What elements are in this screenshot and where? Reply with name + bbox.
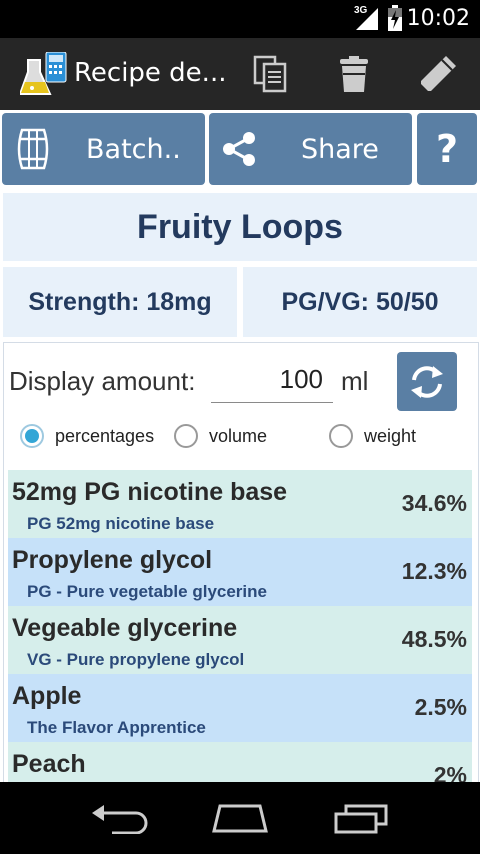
signal-icon — [356, 8, 378, 30]
radio-weight[interactable]: weight — [329, 424, 416, 448]
copy-icon — [253, 55, 287, 93]
ingredient-row[interactable]: Vegeable glycerine VG - Pure propylene g… — [8, 606, 472, 674]
ingredient-percent: 48.5% — [401, 626, 467, 652]
radio-label-weight: weight — [364, 425, 417, 446]
battery-icon — [388, 5, 402, 31]
navigation-bar — [0, 782, 480, 854]
clock: 10:02 — [406, 6, 470, 31]
back-icon[interactable] — [90, 804, 150, 834]
ingredient-row[interactable]: Apple The Flavor Apprentice 2.5% — [8, 674, 472, 742]
status-bar: 3G 10:02 — [0, 0, 480, 38]
ingredient-subtitle: VG - Pure propylene glycol — [27, 650, 245, 669]
ingredient-percent: 2% — [433, 762, 467, 782]
strength-label: Strength: 18mg — [28, 287, 212, 316]
trash-icon — [340, 56, 368, 92]
edit-button[interactable] — [408, 46, 468, 102]
ingredient-row[interactable]: Propylene glycol PG - Pure vegetable gly… — [8, 538, 472, 606]
display-amount-label: Display amount: — [9, 366, 196, 396]
barrel-icon — [17, 128, 49, 170]
strength-panel: Strength: 18mg — [3, 267, 237, 337]
action-bar: Recipe de... — [0, 38, 480, 110]
copy-button[interactable] — [240, 46, 300, 102]
edit-pencil-icon — [421, 56, 456, 91]
amount-input[interactable]: 100 — [211, 358, 333, 403]
recipe-content[interactable]: Batch.. Share ? Fruity Loops Strength: 1… — [0, 110, 480, 782]
batch-label: Batch.. — [86, 133, 181, 165]
batch-button[interactable]: Batch.. — [2, 113, 205, 185]
ingredient-row[interactable]: Peach 2% — [8, 742, 472, 782]
radio-unselected-icon — [329, 424, 353, 448]
ingredient-subtitle: PG 52mg nicotine base — [27, 514, 215, 533]
ingredient-name: Propylene glycol — [12, 546, 213, 574]
pg-vg-label: PG/VG: 50/50 — [281, 287, 439, 316]
help-button[interactable]: ? — [417, 113, 477, 185]
ingredient-percent: 2.5% — [414, 694, 467, 720]
screen-title: Recipe de... — [74, 58, 227, 88]
ingredient-row[interactable]: 52mg PG nicotine base PG 52mg nicotine b… — [8, 470, 472, 538]
share-icon — [223, 132, 255, 166]
radio-unselected-icon — [174, 424, 198, 448]
unit-label: ml — [341, 366, 369, 396]
app-logo-icon[interactable] — [20, 52, 68, 98]
ingredient-name: Apple — [12, 682, 82, 710]
refresh-button[interactable] — [397, 352, 457, 411]
home-icon[interactable] — [210, 802, 270, 834]
share-button[interactable]: Share — [209, 113, 412, 185]
radio-volume[interactable]: volume — [174, 424, 267, 448]
ingredient-name: Vegeable glycerine — [12, 614, 238, 642]
radio-label-volume: volume — [209, 425, 268, 446]
recipe-name: Fruity Loops — [137, 207, 343, 246]
amount-value: 100 — [279, 364, 323, 394]
help-icon: ? — [435, 127, 459, 171]
radio-label-percentages: percentages — [55, 425, 155, 446]
radio-percentages[interactable]: percentages — [20, 424, 154, 448]
radio-selected-icon — [20, 424, 44, 448]
pg-vg-panel: PG/VG: 50/50 — [243, 267, 477, 337]
ingredient-subtitle: The Flavor Apprentice — [27, 718, 206, 737]
ingredient-name: 52mg PG nicotine base — [12, 478, 288, 506]
ingredient-percent: 12.3% — [401, 558, 467, 584]
recipe-name-panel: Fruity Loops — [3, 193, 477, 261]
refresh-icon — [411, 365, 443, 398]
ingredient-subtitle: PG - Pure vegetable glycerine — [27, 582, 267, 601]
ingredient-percent: 34.6% — [401, 490, 467, 516]
ingredient-name: Peach — [12, 750, 86, 778]
recent-apps-icon[interactable] — [332, 802, 392, 834]
delete-button[interactable] — [324, 46, 384, 102]
share-label: Share — [301, 133, 379, 165]
